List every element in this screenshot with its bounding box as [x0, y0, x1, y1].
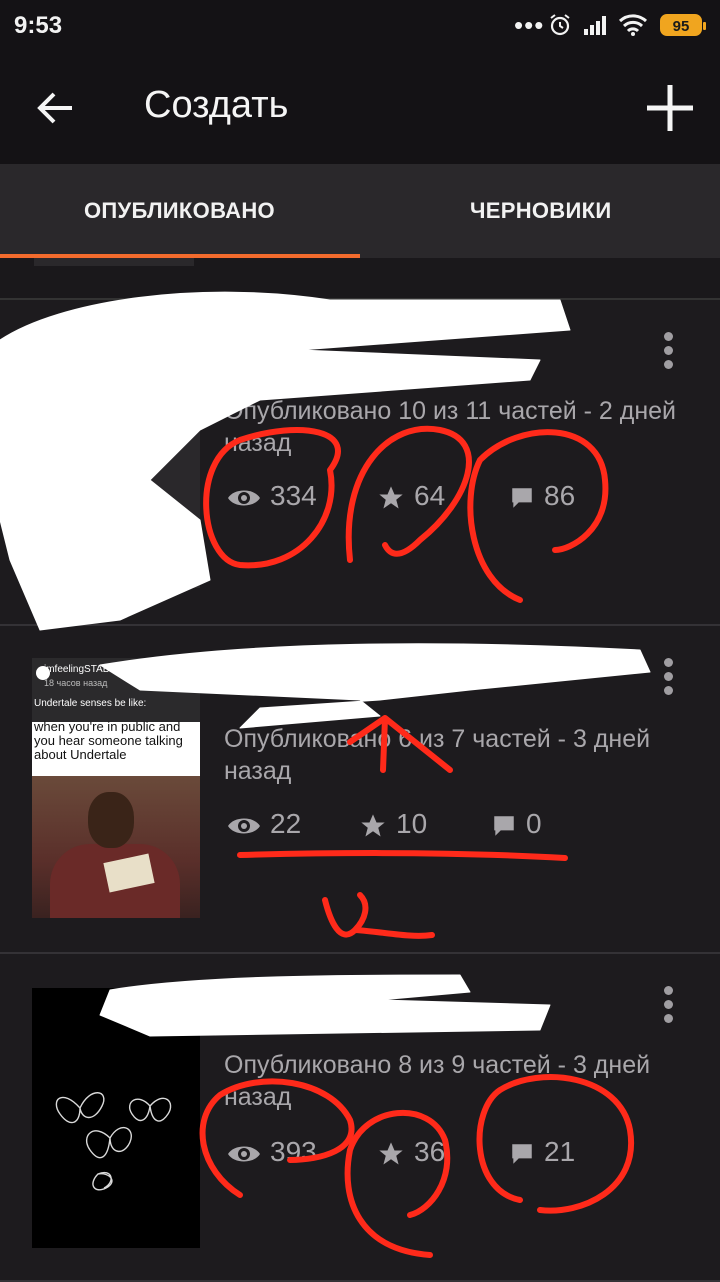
votes-stat: 64: [376, 480, 445, 512]
comments-stat: 0: [490, 808, 542, 840]
wifi-icon: [618, 14, 648, 36]
comments-count: 0: [526, 808, 542, 839]
cover-caption: when you're in public and you hear someo…: [34, 719, 183, 762]
votes-stat: 36: [376, 1136, 445, 1168]
stub-remnant: [34, 258, 194, 266]
butterfly-icon: [55, 1092, 172, 1191]
views-count: 22: [270, 808, 302, 839]
story-cover[interactable]: [32, 988, 200, 1248]
comments-stat: 86: [508, 480, 575, 512]
cover-heading: Undertale senses be like:: [34, 698, 147, 709]
views-count: 393: [270, 1136, 317, 1167]
published-info: Опубликовано 10 из 11 частей - 2 дней на…: [224, 397, 677, 457]
story-card[interactable]: imfeelingSTAB 18 часов назад Undertale s…: [0, 626, 720, 954]
cover-face: [88, 792, 134, 848]
battery-icon: 95: [660, 14, 706, 36]
story-cover[interactable]: imfeelingSTAB 18 часов назад Undertale s…: [32, 658, 200, 918]
views-count: 334: [270, 480, 317, 511]
story-cover[interactable]: [32, 328, 200, 588]
comments-stat: 21: [508, 1136, 575, 1168]
notification-dots: •••: [514, 10, 545, 40]
published-info: Опубликовано 6 из 7 частей - 3 дней наза…: [224, 725, 651, 785]
status-bar: 9:53 ••• 95: [0, 0, 720, 54]
views-stat: 393: [226, 1136, 317, 1168]
tab-published[interactable]: ОПУБЛИКОВАНО: [84, 198, 275, 224]
comments-count: 86: [544, 480, 576, 511]
eye-icon: [228, 818, 260, 834]
star-icon: [379, 485, 403, 509]
star-icon: [379, 1141, 403, 1165]
plus-icon[interactable]: [644, 82, 696, 134]
more-options-icon[interactable]: [664, 658, 673, 700]
clock: 9:53: [14, 12, 63, 39]
alarm-icon: [550, 14, 570, 36]
views-stat: 334: [226, 480, 317, 512]
back-arrow-icon[interactable]: [36, 90, 76, 126]
tab-bar: ОПУБЛИКОВАНО ЧЕРНОВИКИ: [0, 164, 720, 260]
comments-count: 21: [544, 1136, 576, 1167]
votes-count: 36: [414, 1136, 446, 1167]
eye-icon: [228, 1146, 260, 1162]
votes-count: 64: [414, 480, 446, 511]
cover-timestamp: 18 часов назад: [44, 678, 108, 688]
star-icon: [361, 813, 385, 837]
cover-username: imfeelingSTAB: [44, 664, 110, 675]
more-options-icon[interactable]: [664, 986, 673, 1028]
comment-icon: [512, 1143, 532, 1164]
page-title: Создать: [144, 84, 289, 126]
views-stat: 22: [226, 808, 301, 840]
votes-stat: 10: [358, 808, 427, 840]
app-bar: Создать: [0, 54, 720, 164]
list-item-stub: [0, 258, 720, 300]
comment-icon: [494, 815, 514, 836]
story-card[interactable]: Опубликовано 10 из 11 частей - 2 дней на…: [0, 300, 720, 626]
published-info: Опубликовано 8 из 9 частей - 3 дней наза…: [224, 1051, 651, 1111]
more-options-icon[interactable]: [664, 332, 673, 374]
signal-icon: [584, 16, 606, 35]
votes-count: 10: [396, 808, 428, 839]
tab-drafts[interactable]: ЧЕРНОВИКИ: [470, 198, 611, 224]
comment-icon: [512, 487, 532, 508]
eye-icon: [228, 490, 260, 506]
story-card[interactable]: Опубликовано 8 из 9 частей - 3 дней наза…: [0, 954, 720, 1282]
